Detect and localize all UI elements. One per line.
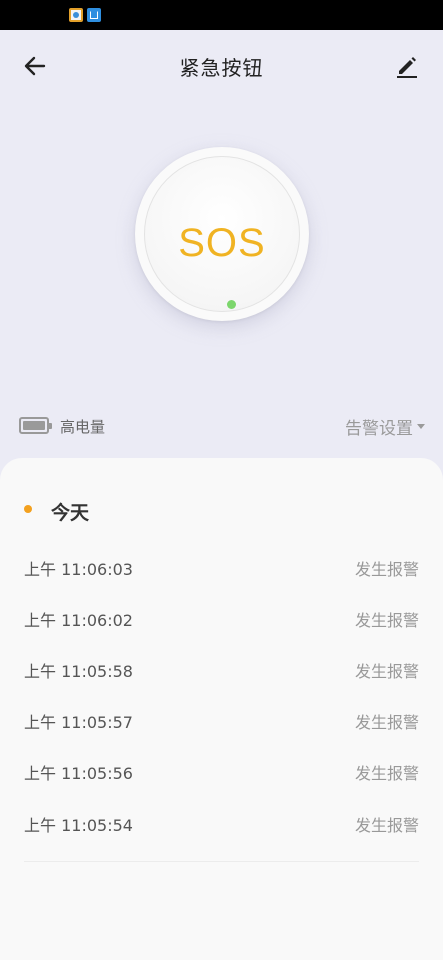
- sos-label: SOS: [178, 221, 266, 265]
- sos-button-face: SOS: [144, 156, 300, 312]
- log-status: 发生报警: [354, 662, 419, 681]
- battery-icon: [19, 417, 52, 434]
- log-time: 上午 11:05:57: [24, 713, 133, 732]
- edit-pencil-icon: [397, 57, 417, 78]
- log-status: 发生报警: [354, 764, 419, 783]
- log-time: 上午 11:06:03: [24, 560, 133, 579]
- alarm-settings-dropdown[interactable]: 告警设置: [345, 413, 425, 439]
- alarm-settings-label: 告警设置: [345, 418, 413, 439]
- notification-home-icon: [87, 8, 101, 22]
- log-time: 上午 11:05:58: [24, 662, 133, 681]
- notification-app-icon: [69, 8, 83, 22]
- log-time: 上午 11:06:02: [24, 611, 133, 630]
- log-status: 发生报警: [354, 816, 419, 835]
- log-row[interactable]: 上午 11:05:58 发生报警: [24, 658, 419, 688]
- log-row[interactable]: 上午 11:05:56 发生报警: [24, 760, 419, 790]
- edit-button[interactable]: [393, 52, 421, 80]
- log-status: 发生报警: [354, 611, 419, 630]
- day-section-title: 今天: [51, 502, 90, 524]
- log-time: 上午 11:05:56: [24, 764, 133, 783]
- log-row[interactable]: 上午 11:05:57 发生报警: [24, 709, 419, 739]
- log-row[interactable]: 上午 11:06:02 发生报警: [24, 607, 419, 637]
- caret-down-icon: [417, 423, 425, 429]
- page-title: 紧急按钮: [179, 56, 264, 80]
- log-time: 上午 11:05:54: [24, 816, 133, 835]
- status-bar: [0, 0, 443, 30]
- battery-status: 高电量: [18, 413, 168, 439]
- alarm-history-panel: 今天 上午 11:06:03 发生报警 上午 11:06:02 发生报警 上午 …: [0, 458, 443, 960]
- sos-button[interactable]: SOS: [135, 147, 309, 321]
- log-row[interactable]: 上午 11:05:54 发生报警: [24, 812, 419, 842]
- today-dot-icon: [24, 505, 32, 513]
- list-end-divider: [24, 861, 419, 862]
- log-status: 发生报警: [354, 713, 419, 732]
- status-led-indicator: [227, 300, 236, 309]
- top-app-bar: 紧急按钮: [0, 30, 443, 102]
- log-row[interactable]: 上午 11:06:03 发生报警: [24, 556, 419, 586]
- log-status: 发生报警: [354, 560, 419, 579]
- battery-label: 高电量: [60, 418, 106, 436]
